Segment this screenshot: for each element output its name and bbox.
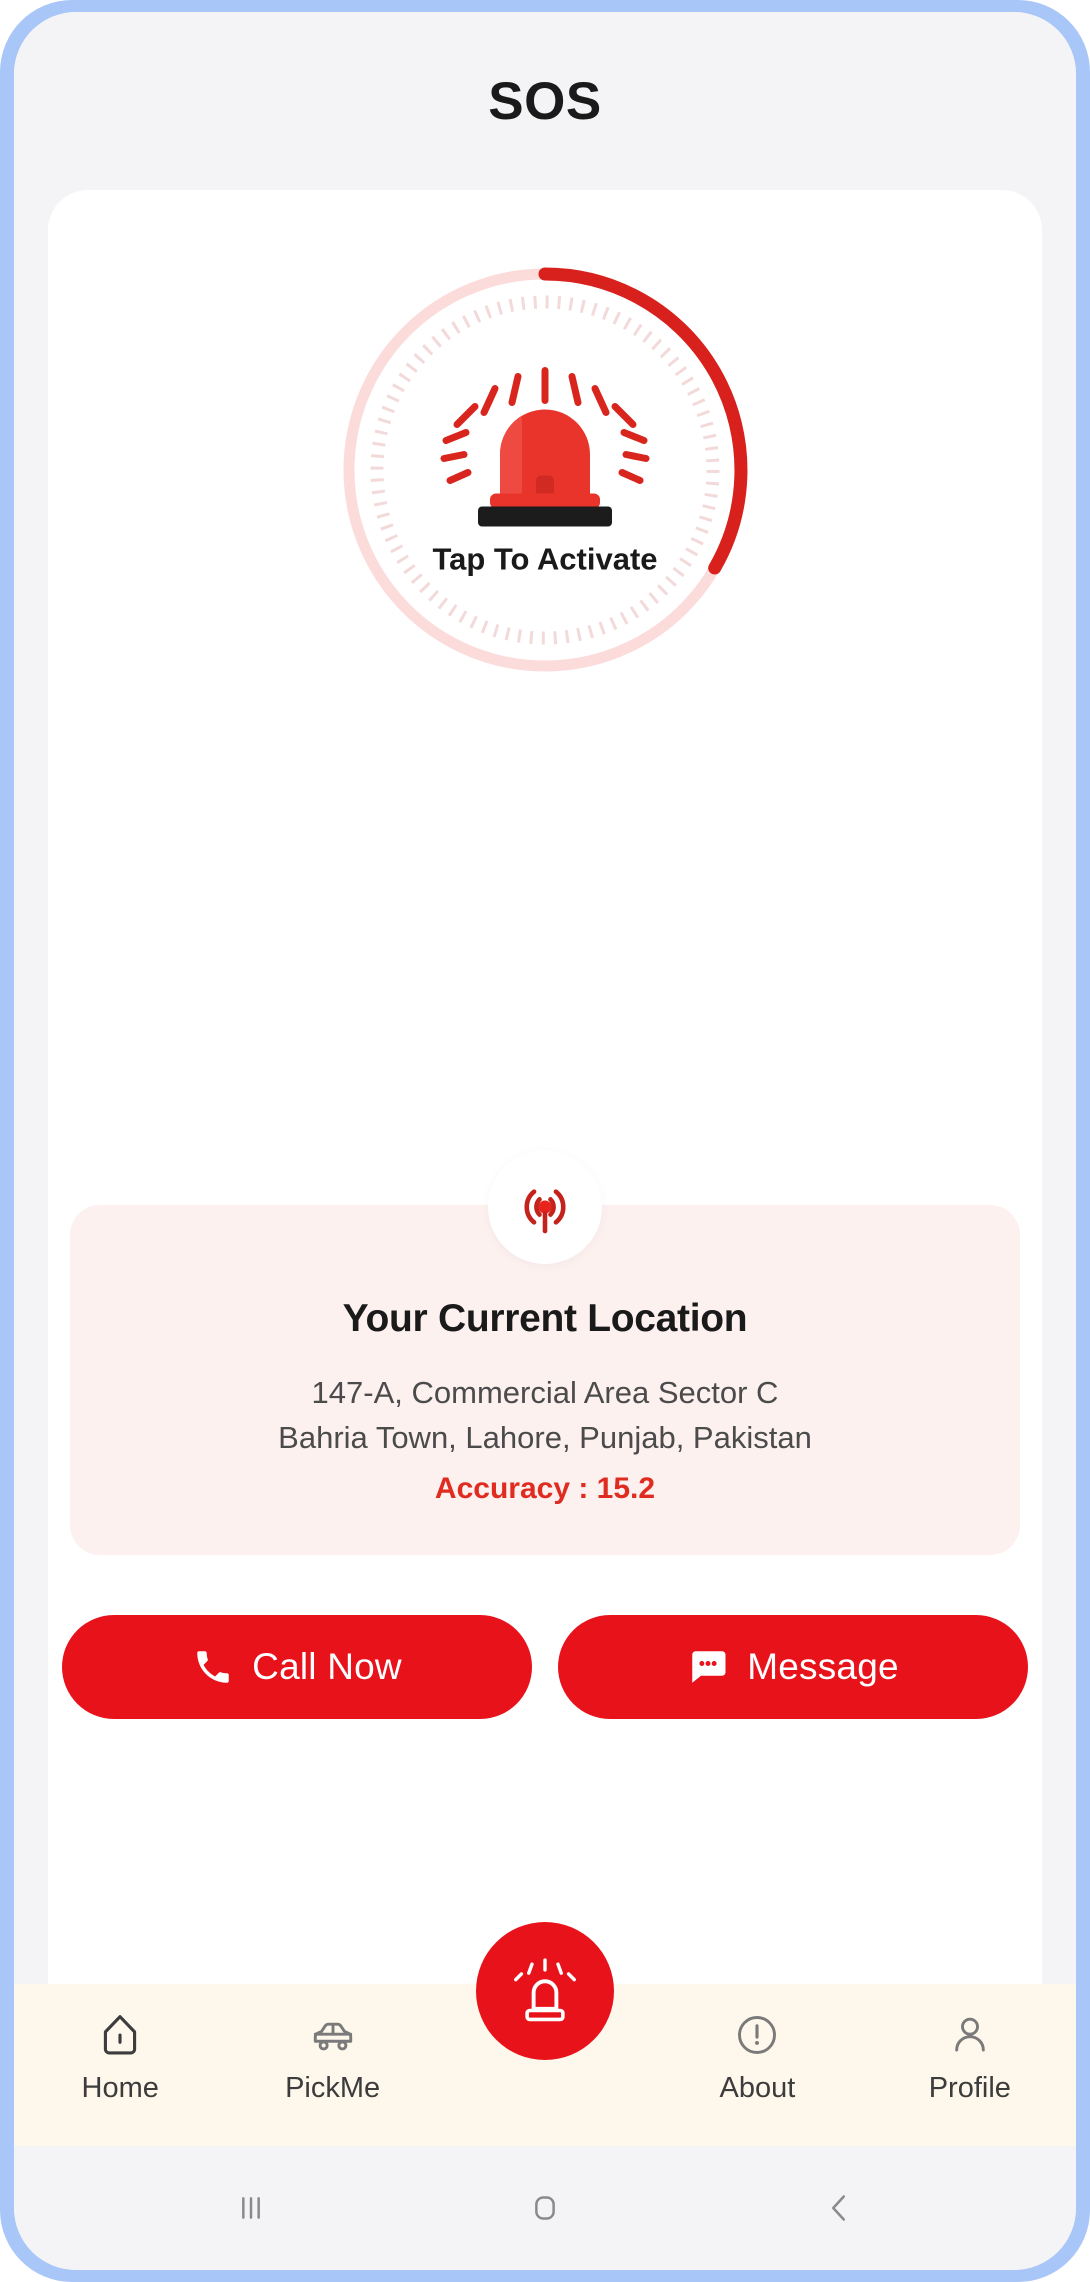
- info-circle-icon: [738, 2016, 777, 2054]
- message-button[interactable]: Message: [558, 1615, 1028, 1719]
- system-navigation-bar: [14, 2146, 1076, 2270]
- recents-button[interactable]: [215, 2180, 287, 2236]
- call-now-label: Call Now: [252, 1646, 402, 1687]
- nav-item-home[interactable]: Home: [14, 2010, 226, 2105]
- recents-icon: [242, 2197, 260, 2219]
- device-screen: SOS Tap To Activate Your Current Locatio…: [14, 12, 1076, 2270]
- location-address-line-1: 147-A, Commercial Area Sector C: [311, 1375, 779, 1410]
- nav-label-about: About: [719, 2072, 796, 2104]
- sos-activate-button[interactable]: Tap To Activate: [335, 260, 755, 680]
- person-icon: [955, 2017, 985, 2052]
- bottom-navigation-bar: Home PickMe About Profile: [14, 1922, 1076, 2146]
- app-header: SOS: [14, 12, 1076, 190]
- nav-item-about[interactable]: About: [651, 2010, 863, 2105]
- location-card-title: Your Current Location: [342, 1297, 748, 1340]
- home-button[interactable]: [509, 2180, 581, 2236]
- sos-dial-content: Tap To Activate: [395, 363, 695, 578]
- chat-bubble-icon: [692, 1651, 726, 1683]
- device-frame: SOS Tap To Activate Your Current Locatio…: [0, 0, 1090, 2282]
- location-address-line-2: Bahria Town, Lahore, Punjab, Pakistan: [278, 1419, 812, 1455]
- nav-label-profile: Profile: [928, 2072, 1011, 2104]
- broadcast-badge: [488, 1150, 602, 1264]
- sos-fab-button[interactable]: [476, 1922, 614, 2060]
- nav-item-profile[interactable]: Profile: [864, 2010, 1076, 2105]
- broadcast-signal-icon: [524, 1189, 566, 1234]
- main-content-card: Tap To Activate Your Current Location 14…: [48, 190, 1042, 1984]
- page-title: SOS: [488, 71, 602, 131]
- call-now-button[interactable]: Call Now: [62, 1615, 532, 1719]
- back-button[interactable]: [803, 2180, 875, 2236]
- action-button-row: Call Now Message: [62, 1615, 1028, 1719]
- sos-activate-label: Tap To Activate: [432, 541, 658, 577]
- back-chevron-icon: [832, 2195, 846, 2221]
- car-icon: [313, 2022, 352, 2051]
- location-accuracy: Accuracy : 15.2: [434, 1472, 656, 1506]
- home-square-icon: [535, 2196, 555, 2220]
- home-icon: [104, 2015, 137, 2055]
- siren-icon: [514, 1958, 576, 2022]
- siren-icon: [440, 367, 650, 527]
- nav-label-pickme: PickMe: [285, 2072, 381, 2104]
- nav-label-home: Home: [81, 2072, 159, 2104]
- nav-item-pickme[interactable]: PickMe: [226, 2010, 438, 2105]
- phone-icon: [197, 1651, 229, 1683]
- message-label: Message: [747, 1646, 899, 1687]
